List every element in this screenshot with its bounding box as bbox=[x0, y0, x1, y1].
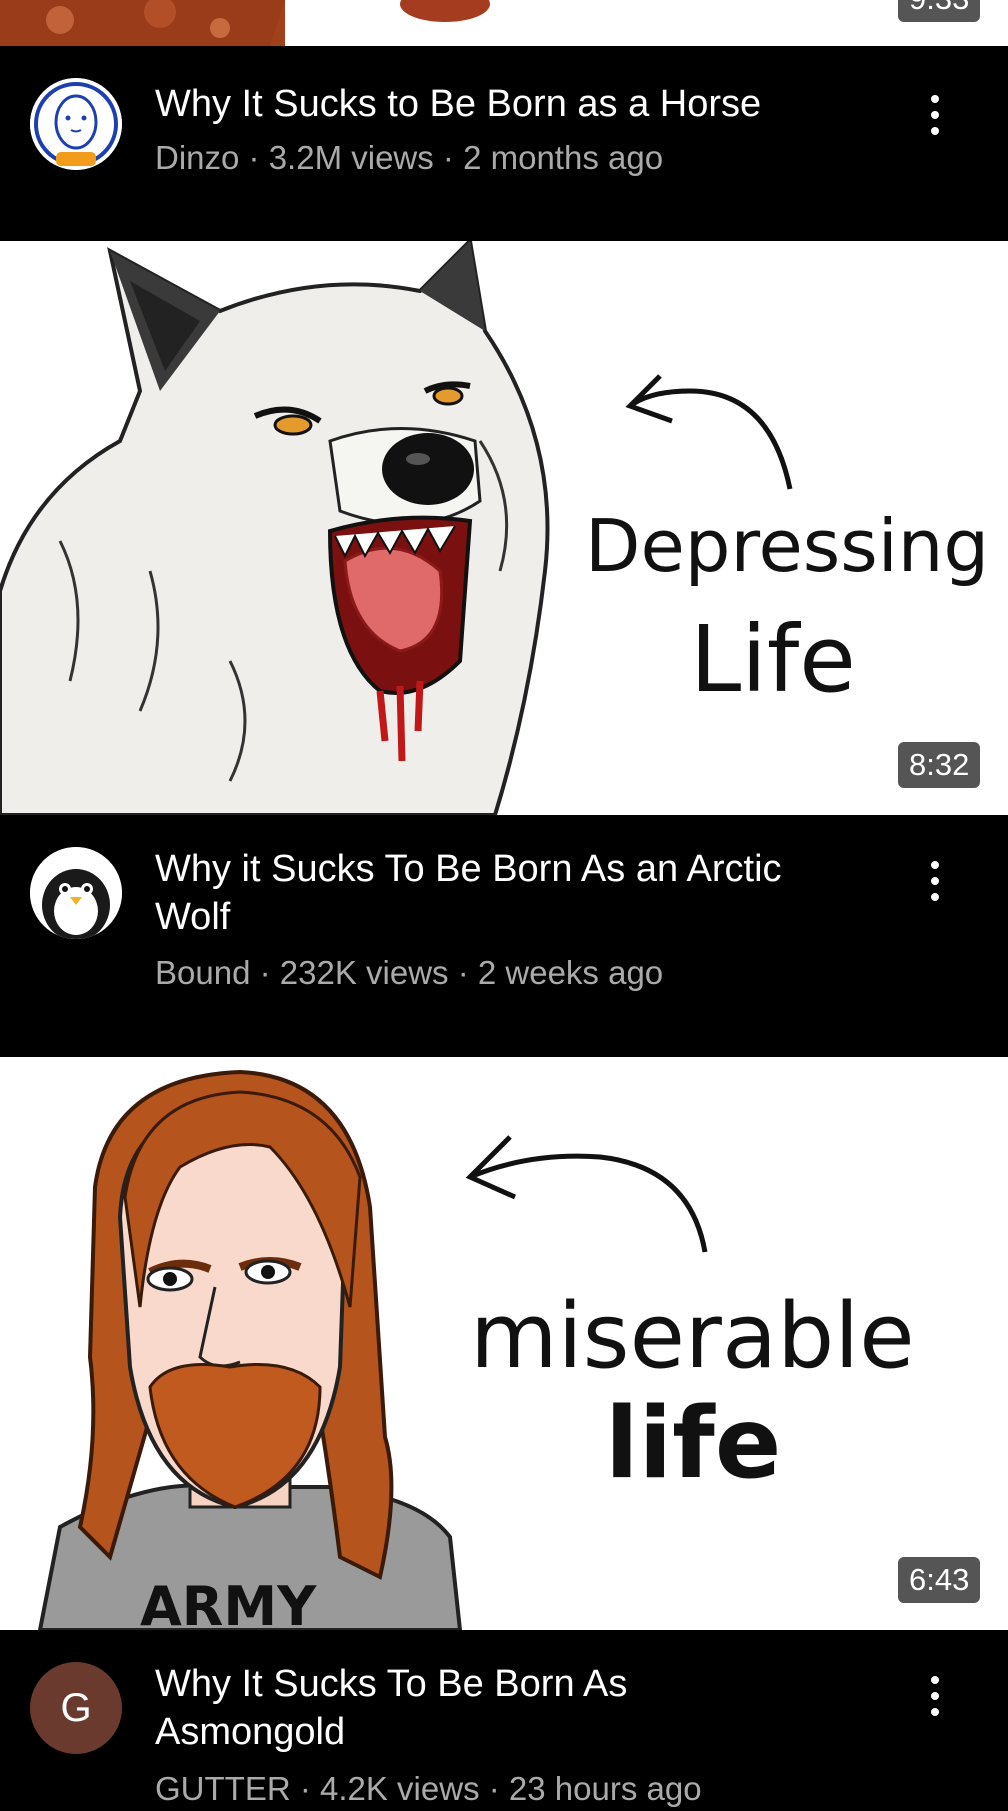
separator: · bbox=[433, 139, 464, 176]
channel-name[interactable]: GUTTER bbox=[155, 1770, 291, 1807]
separator: · bbox=[239, 139, 269, 176]
arctic-wolf-thumbnail-art: Depressing Life bbox=[0, 241, 989, 815]
video-subtitle: Bound · 232K views · 2 weeks ago bbox=[155, 953, 663, 993]
penguin-avatar-icon bbox=[30, 847, 122, 939]
video-thumbnail-arctic-wolf[interactable]: Depressing Life 8:32 bbox=[0, 241, 1008, 815]
video-title-line-1: Why it Sucks To Be Born As an Arctic bbox=[155, 848, 782, 890]
shirt-text-army: ARMY bbox=[140, 1575, 317, 1630]
view-count: 4.2K views bbox=[320, 1770, 480, 1807]
more-options-icon[interactable] bbox=[920, 1674, 950, 1734]
video-thumbnail-horse[interactable]: 9:33 bbox=[0, 0, 1008, 46]
video-meta-asmongold: G Why It Sucks To Be Born As Asmongold G… bbox=[0, 1630, 1008, 1811]
separator: · bbox=[448, 954, 478, 991]
channel-name[interactable]: Dinzo bbox=[155, 139, 239, 176]
video-title-line-2: Asmongold bbox=[155, 1711, 346, 1753]
view-count: 232K views bbox=[279, 954, 449, 991]
separator: · bbox=[290, 1770, 320, 1807]
duration-badge: 6:43 bbox=[898, 1557, 981, 1603]
video-meta-arctic-wolf: Why it Sucks To Be Born As an Arctic Wol… bbox=[0, 815, 1008, 1057]
avatar-letter: G bbox=[60, 1685, 92, 1730]
channel-avatar-bound[interactable] bbox=[30, 847, 122, 939]
video-subtitle: Dinzo · 3.2M views · 2 months ago bbox=[155, 138, 663, 178]
channel-avatar-dinzo[interactable] bbox=[30, 78, 122, 170]
dinzo-avatar-icon bbox=[30, 78, 122, 170]
video-title[interactable]: Why It Sucks to Be Born as a Horse bbox=[155, 80, 875, 128]
more-options-icon[interactable] bbox=[920, 859, 950, 919]
separator: · bbox=[250, 954, 280, 991]
thumbnail-text-miserable: miserable bbox=[470, 1284, 915, 1389]
video-meta-horse: Why It Sucks to Be Born as a Horse Dinzo… bbox=[0, 46, 1008, 241]
thumbnail-text-life: life bbox=[605, 1387, 781, 1501]
thumbnail-text-life: Life bbox=[690, 606, 856, 713]
video-thumbnail-asmongold[interactable]: ARMY miserable life 6:43 bbox=[0, 1057, 1008, 1630]
video-title-line-1: Why It Sucks To Be Born As bbox=[155, 1663, 628, 1705]
horse-thumbnail-art bbox=[0, 0, 490, 46]
thumbnail-text-depressing: Depressing bbox=[585, 504, 989, 588]
video-title[interactable]: Why It Sucks To Be Born As Asmongold bbox=[155, 1660, 875, 1756]
asmongold-thumbnail-art: ARMY miserable life bbox=[37, 1069, 915, 1630]
duration-badge: 9:33 bbox=[898, 0, 981, 22]
upload-age: 2 months ago bbox=[463, 139, 664, 176]
upload-age: 2 weeks ago bbox=[477, 954, 664, 991]
channel-avatar-gutter[interactable]: G bbox=[30, 1662, 122, 1754]
view-count: 3.2M views bbox=[268, 139, 434, 176]
upload-age: 23 hours ago bbox=[508, 1770, 702, 1807]
channel-name[interactable]: Bound bbox=[155, 954, 250, 991]
video-title[interactable]: Why it Sucks To Be Born As an Arctic Wol… bbox=[155, 845, 875, 941]
separator: · bbox=[479, 1770, 509, 1807]
duration-badge: 8:32 bbox=[898, 742, 981, 788]
video-subtitle: GUTTER · 4.2K views · 23 hours ago bbox=[155, 1769, 702, 1809]
video-title-line-2: Wolf bbox=[155, 896, 231, 938]
more-options-icon[interactable] bbox=[920, 93, 950, 153]
